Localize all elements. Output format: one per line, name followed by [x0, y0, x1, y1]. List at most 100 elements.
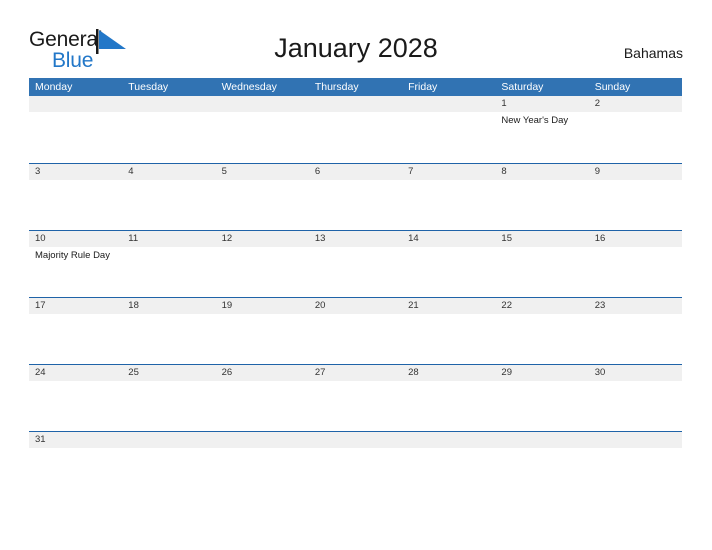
week-row: 17 18 19 20 21 22 23 [29, 297, 682, 364]
week-event-band: Majority Rule Day [29, 247, 682, 296]
day-cell[interactable] [402, 247, 495, 296]
day-cell[interactable] [29, 180, 122, 229]
day-number[interactable] [495, 432, 588, 448]
day-number[interactable]: 29 [495, 365, 588, 381]
day-cell[interactable] [402, 180, 495, 229]
day-cell[interactable] [309, 180, 402, 229]
day-cell[interactable] [495, 247, 588, 296]
day-cell[interactable] [589, 314, 682, 363]
day-number[interactable]: 7 [402, 164, 495, 180]
day-cell[interactable] [309, 314, 402, 363]
day-number[interactable]: 1 [495, 96, 588, 112]
day-number[interactable] [216, 432, 309, 448]
day-cell[interactable] [216, 381, 309, 430]
day-number[interactable]: 2 [589, 96, 682, 112]
day-cell[interactable] [402, 381, 495, 430]
day-number[interactable]: 11 [122, 231, 215, 247]
day-cell[interactable] [122, 314, 215, 363]
day-cell[interactable]: New Year's Day [495, 112, 588, 161]
day-number[interactable] [216, 96, 309, 112]
page-title: January 2028 [274, 33, 438, 63]
day-number[interactable]: 30 [589, 365, 682, 381]
day-cell[interactable] [309, 381, 402, 430]
day-cell[interactable] [495, 180, 588, 229]
day-cell[interactable] [216, 247, 309, 296]
day-number[interactable]: 13 [309, 231, 402, 247]
day-number[interactable]: 25 [122, 365, 215, 381]
day-cell[interactable] [216, 112, 309, 161]
week-row: 10 11 12 13 14 15 16 Majority Rule Day [29, 230, 682, 297]
week-event-band [29, 314, 682, 363]
day-cell[interactable] [309, 112, 402, 161]
day-cell[interactable] [589, 381, 682, 430]
day-number[interactable] [309, 432, 402, 448]
day-number[interactable] [589, 432, 682, 448]
day-number[interactable]: 4 [122, 164, 215, 180]
day-number[interactable]: 9 [589, 164, 682, 180]
day-cell[interactable] [29, 112, 122, 161]
day-number[interactable]: 16 [589, 231, 682, 247]
day-number[interactable] [122, 432, 215, 448]
day-number[interactable] [29, 96, 122, 112]
day-number[interactable]: 23 [589, 298, 682, 314]
day-number[interactable]: 31 [29, 432, 122, 448]
week-number-band: 17 18 19 20 21 22 23 [29, 298, 682, 314]
day-cell[interactable] [309, 247, 402, 296]
day-cell[interactable] [122, 180, 215, 229]
week-row: 31 [29, 431, 682, 452]
day-cell[interactable] [589, 180, 682, 229]
day-number[interactable]: 3 [29, 164, 122, 180]
day-number[interactable]: 5 [216, 164, 309, 180]
weekday-header-monday: Monday [35, 81, 73, 93]
day-number[interactable]: 10 [29, 231, 122, 247]
day-number[interactable]: 26 [216, 365, 309, 381]
week-row: 3 4 5 6 7 8 9 [29, 163, 682, 230]
day-number[interactable]: 15 [495, 231, 588, 247]
day-number[interactable]: 6 [309, 164, 402, 180]
day-number[interactable] [402, 432, 495, 448]
locale-label: Bahamas [623, 45, 683, 61]
day-cell[interactable] [216, 180, 309, 229]
day-number[interactable]: 19 [216, 298, 309, 314]
week-number-band: 10 11 12 13 14 15 16 [29, 231, 682, 247]
week-row: 24 25 26 27 28 29 30 [29, 364, 682, 431]
page-header: General Blue January 2028 Bahamas [0, 0, 712, 78]
day-cell[interactable] [29, 314, 122, 363]
day-cell[interactable] [216, 314, 309, 363]
day-cell[interactable] [122, 247, 215, 296]
weekday-header-wednesday: Wednesday [221, 81, 277, 93]
weekday-header-row: Monday Tuesday Wednesday Thursday Friday… [29, 78, 682, 96]
day-event-text: New Year's Day [501, 115, 569, 126]
day-number[interactable]: 22 [495, 298, 588, 314]
weekday-header-friday: Friday [408, 81, 438, 93]
day-number[interactable]: 21 [402, 298, 495, 314]
day-number[interactable]: 27 [309, 365, 402, 381]
day-cell[interactable] [589, 112, 682, 161]
day-number[interactable]: 28 [402, 365, 495, 381]
day-cell[interactable] [122, 112, 215, 161]
day-cell[interactable] [495, 381, 588, 430]
day-cell[interactable] [29, 381, 122, 430]
day-number[interactable]: 14 [402, 231, 495, 247]
day-number[interactable] [309, 96, 402, 112]
day-number[interactable]: 17 [29, 298, 122, 314]
day-number[interactable] [122, 96, 215, 112]
day-number[interactable] [402, 96, 495, 112]
day-cell[interactable]: Majority Rule Day [29, 247, 122, 296]
day-number[interactable]: 18 [122, 298, 215, 314]
weekday-header-sunday: Sunday [594, 81, 631, 93]
day-cell[interactable] [402, 314, 495, 363]
day-cell[interactable] [122, 381, 215, 430]
day-cell[interactable] [589, 247, 682, 296]
week-number-band: 3 4 5 6 7 8 9 [29, 164, 682, 180]
day-cell[interactable] [402, 112, 495, 161]
week-event-band [29, 180, 682, 229]
day-number[interactable]: 20 [309, 298, 402, 314]
day-cell[interactable] [495, 314, 588, 363]
weekday-header-tuesday: Tuesday [128, 81, 169, 93]
week-event-band [29, 381, 682, 430]
day-number[interactable]: 24 [29, 365, 122, 381]
day-number[interactable]: 12 [216, 231, 309, 247]
day-event-text: Majority Rule Day [35, 250, 110, 261]
day-number[interactable]: 8 [495, 164, 588, 180]
